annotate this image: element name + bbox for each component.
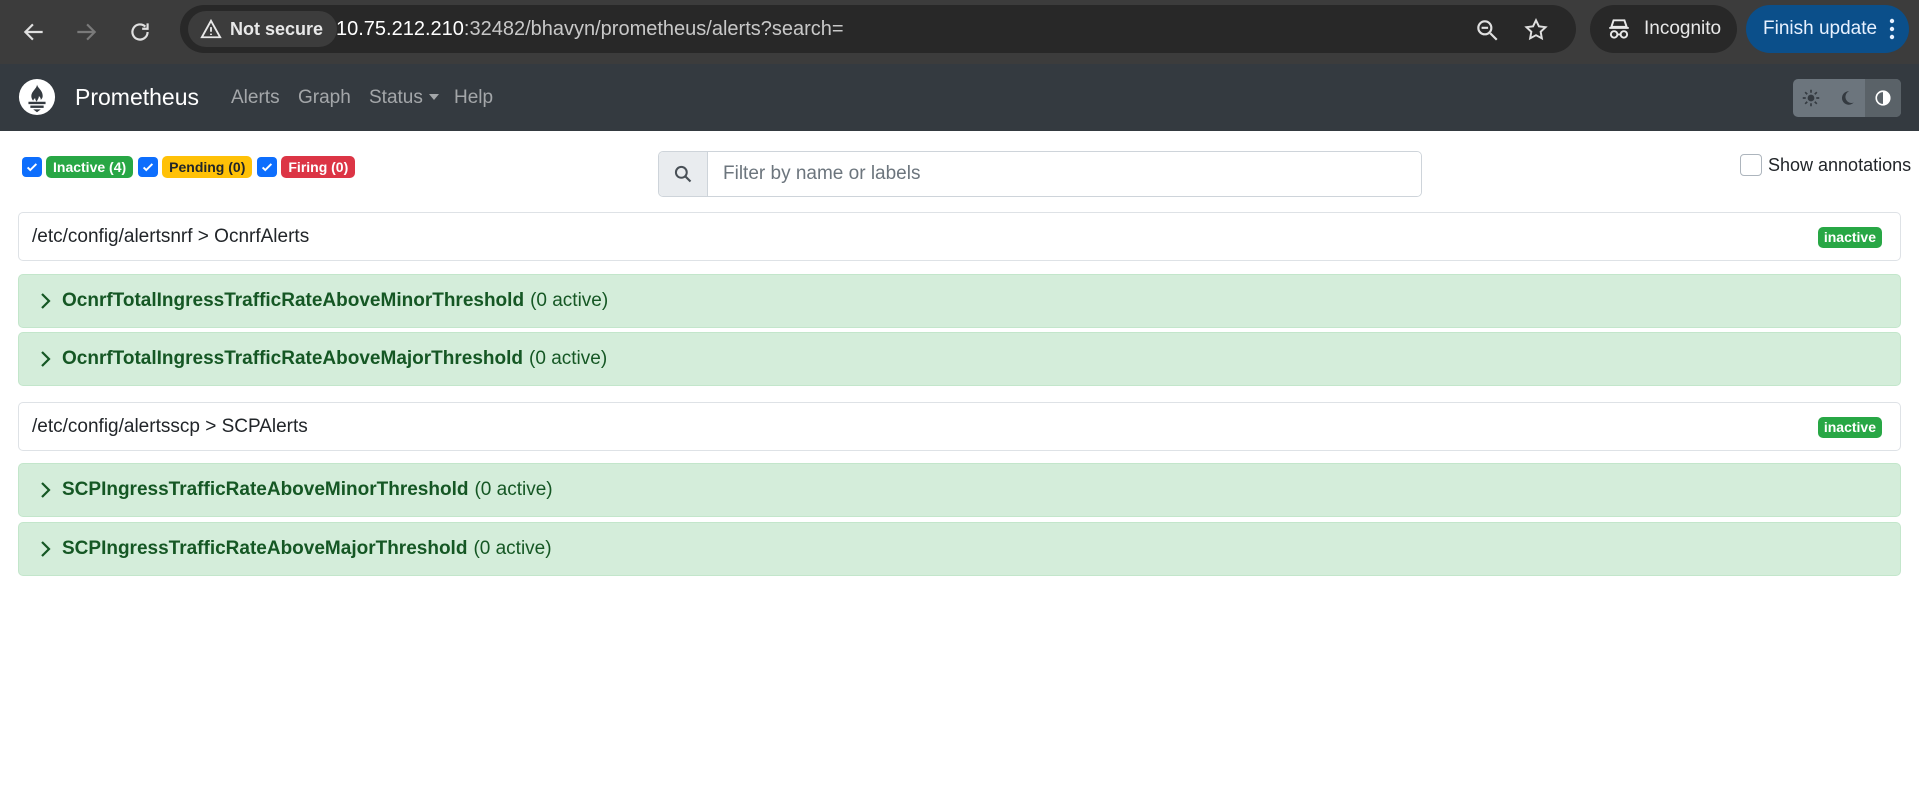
brand-title[interactable]: Prometheus — [75, 64, 199, 131]
zoom-button[interactable] — [1472, 15, 1502, 45]
pending-checkbox[interactable] — [138, 157, 159, 177]
theme-toggle-group — [1793, 79, 1901, 117]
incognito-indicator[interactable]: Incognito — [1590, 5, 1737, 53]
alert-group-header: /etc/config/alertsnrf > OcnrfAlerts inac… — [18, 212, 1901, 261]
security-label: Not secure — [230, 18, 324, 39]
pending-filter-badge[interactable]: Pending (0) — [162, 156, 253, 178]
rule-active-count: (0 active) — [474, 479, 553, 500]
alert-rule-row[interactable]: SCPIngressTrafficRateAboveMinorThreshold… — [18, 463, 1901, 517]
group-state-badge: inactive — [1817, 227, 1882, 248]
app-navbar: Prometheus Alerts Graph Status Help — [0, 64, 1919, 131]
check-icon — [262, 163, 273, 172]
firing-checkbox[interactable] — [257, 157, 278, 177]
search-input[interactable] — [708, 152, 1421, 196]
alert-group-header: /etc/config/alertsscp > SCPAlerts inacti… — [18, 402, 1901, 451]
rule-name: SCPIngressTrafficRateAboveMinorThreshold — [62, 479, 469, 500]
alert-rule-row[interactable]: SCPIngressTrafficRateAboveMajorThreshold… — [18, 522, 1901, 576]
address-bar[interactable]: Not secure 10.75.212.210:32482/bhavyn/pr… — [180, 5, 1576, 53]
forward-button[interactable] — [64, 10, 108, 54]
sun-icon — [1802, 89, 1820, 107]
rule-active-count: (0 active) — [530, 290, 609, 311]
prometheus-logo-icon[interactable] — [18, 78, 56, 116]
bookmark-button[interactable] — [1521, 15, 1551, 45]
incognito-icon — [1609, 19, 1629, 39]
alert-search — [658, 151, 1422, 197]
auto-theme-button[interactable] — [1865, 79, 1901, 117]
group-path: /etc/config/alertsscp > SCPAlerts — [32, 416, 308, 437]
reload-button[interactable] — [118, 10, 162, 54]
alert-rule-row[interactable]: OcnrfTotalIngressTrafficRateAboveMinorTh… — [18, 274, 1901, 328]
rule-name: SCPIngressTrafficRateAboveMajorThreshold — [62, 538, 468, 559]
show-annotations-toggle[interactable]: Show annotations — [1740, 153, 1911, 177]
show-annotations-checkbox[interactable] — [1740, 154, 1762, 176]
rule-active-count: (0 active) — [529, 348, 608, 369]
chevron-right-icon — [41, 541, 51, 557]
nav-status-label: Status — [369, 87, 423, 108]
caret-down-icon — [428, 94, 439, 100]
check-icon — [26, 163, 38, 172]
moon-icon — [1841, 91, 1854, 105]
firing-filter-badge[interactable]: Firing (0) — [281, 156, 356, 178]
nav-alerts[interactable]: Alerts — [231, 64, 280, 131]
nav-help[interactable]: Help — [454, 64, 493, 131]
rule-active-count: (0 active) — [473, 538, 552, 559]
search-addon — [659, 152, 708, 196]
url-path: :32482/bhavyn/prometheus/alerts?search= — [463, 18, 844, 40]
show-annotations-label: Show annotations — [1768, 154, 1912, 175]
star-icon — [1524, 18, 1548, 41]
inactive-checkbox[interactable] — [22, 157, 42, 177]
finish-update-button[interactable]: Finish update — [1746, 5, 1909, 53]
browser-toolbar: Not secure 10.75.212.210:32482/bhavyn/pr… — [0, 0, 1919, 64]
incognito-label: Incognito — [1644, 18, 1722, 39]
rule-name: OcnrfTotalIngressTrafficRateAboveMinorTh… — [62, 290, 525, 311]
reload-icon — [131, 23, 149, 41]
chevron-right-icon — [41, 351, 51, 367]
nav-graph[interactable]: Graph — [298, 64, 351, 131]
arrow-left-icon — [23, 23, 43, 41]
security-indicator[interactable]: Not secure — [188, 11, 338, 47]
alert-rule-row[interactable]: OcnrfTotalIngressTrafficRateAboveMajorTh… — [18, 332, 1901, 386]
warning-triangle-icon — [200, 18, 222, 39]
chevron-right-icon — [41, 482, 51, 498]
url-text[interactable]: 10.75.212.210:32482/bhavyn/prometheus/al… — [336, 5, 844, 53]
check-icon — [143, 163, 154, 172]
url-host: 10.75.212.210 — [336, 18, 464, 40]
search-icon — [674, 165, 692, 183]
group-path: /etc/config/alertsnrf > OcnrfAlerts — [32, 226, 310, 247]
half-circle-icon — [1875, 90, 1891, 106]
finish-update-label: Finish update — [1763, 18, 1878, 39]
zoom-out-icon — [1477, 20, 1498, 41]
nav-status[interactable]: Status — [369, 64, 439, 131]
more-vert-icon — [1889, 18, 1895, 40]
back-button[interactable] — [12, 10, 56, 54]
inactive-filter-badge[interactable]: Inactive (4) — [46, 156, 134, 178]
chevron-right-icon — [41, 293, 51, 309]
rule-name: OcnrfTotalIngressTrafficRateAboveMajorTh… — [62, 348, 524, 369]
light-theme-button[interactable] — [1793, 79, 1829, 117]
group-state-badge: inactive — [1817, 417, 1882, 438]
state-filters: Inactive (4) Pending (0) Firing (0) — [22, 156, 360, 178]
arrow-right-icon — [77, 23, 97, 41]
dark-theme-button[interactable] — [1829, 79, 1865, 117]
